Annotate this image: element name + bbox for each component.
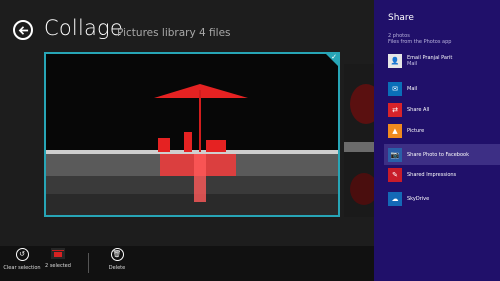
photos-app: Collage Pictures library 4 files ✓ ↺ Cle… (0, 0, 500, 281)
delete-label: Delete (108, 265, 126, 271)
share-target-label: Share Photo to Facebook (407, 151, 469, 158)
share-target-share-all[interactable]: ⇄ Share All (384, 99, 500, 120)
share-target-shared-impressions[interactable]: ✎ Shared Impressions (384, 164, 500, 185)
skydrive-cloud-icon: ☁ (388, 191, 402, 206)
share-target-picture[interactable]: ▲ Picture (384, 120, 500, 141)
selected-count-button[interactable]: 2 selected (38, 248, 78, 269)
back-arrow-icon (18, 25, 28, 35)
app-bar: ↺ Clear selection 2 selected 🗑 Delete (0, 246, 374, 281)
selected-photo-tile[interactable]: ✓ (44, 52, 340, 217)
share-target-facebook[interactable]: 📷 Share Photo to Facebook (384, 144, 500, 165)
library-subtitle: Pictures library 4 files (117, 27, 231, 39)
share-title: Share (388, 13, 414, 23)
share-target-label: SkyDrive (407, 195, 430, 202)
mail-icon: ✉ (388, 81, 402, 96)
shared-impressions-icon: ✎ (388, 167, 402, 182)
clear-selection-icon: ↺ (15, 248, 29, 261)
share-target-label: Picture (407, 127, 425, 134)
share-target-label: Mail (407, 85, 418, 92)
share-target-skydrive[interactable]: ☁ SkyDrive (384, 188, 500, 209)
share-all-icon: ⇄ (388, 102, 402, 117)
share-target-sublabel: Mail (407, 60, 418, 67)
checkmark-icon: ✓ (331, 53, 337, 61)
back-button[interactable] (13, 20, 33, 40)
selected-count-label: 2 selected (45, 263, 71, 269)
trash-icon: 🗑 (110, 248, 124, 261)
share-target-mail[interactable]: ✉ Mail (384, 78, 500, 99)
clear-selection-button[interactable]: ↺ Clear selection (2, 248, 42, 271)
share-source: Files from the Photos app (388, 39, 452, 45)
red-fabric-photo (344, 64, 374, 217)
page-title: Collage (44, 16, 123, 40)
share-target-label: Share All (407, 106, 430, 113)
share-charm-pane: Share 2 photos Files from the Photos app… (374, 0, 500, 281)
clear-selection-label: Clear selection (3, 265, 41, 271)
share-target-email-contact[interactable]: 👤 Email Pranjal Parit Mail (384, 50, 500, 71)
share-target-label: Shared Impressions (407, 171, 457, 178)
picture-icon: ▲ (388, 123, 402, 138)
selected-thumbnails-icon (51, 248, 65, 259)
contact-avatar-icon: 👤 (388, 53, 402, 68)
second-photo-tile[interactable] (344, 64, 374, 217)
facebook-share-icon: 📷 (388, 147, 402, 162)
delete-button[interactable]: 🗑 Delete (97, 248, 137, 271)
share-target-label: Email Pranjal Parit (407, 54, 453, 61)
appbar-divider (88, 253, 89, 273)
umbrella-photo (46, 54, 338, 215)
